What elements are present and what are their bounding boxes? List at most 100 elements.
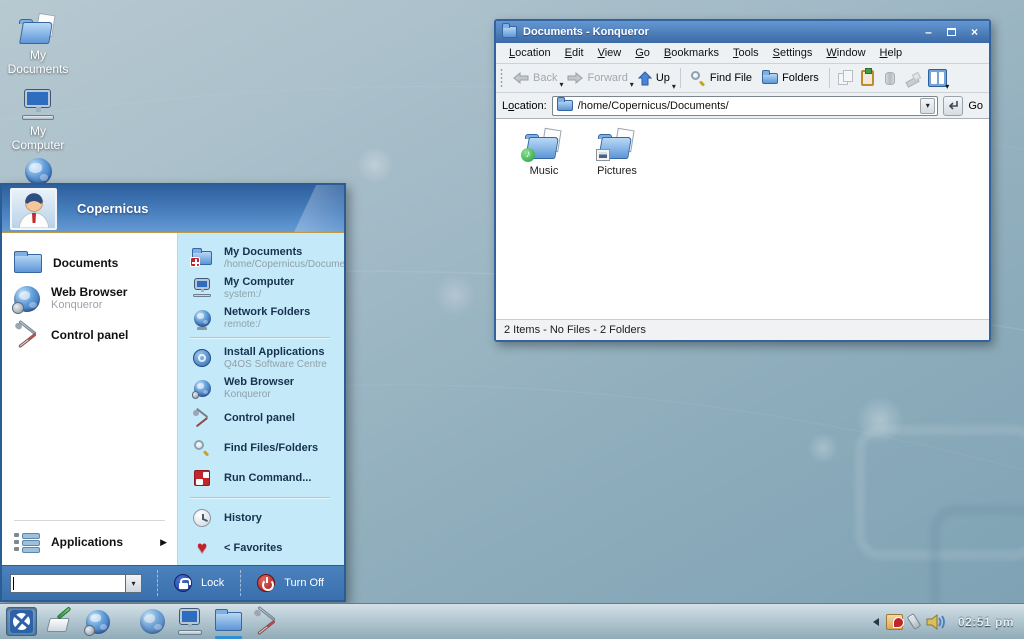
go-label[interactable]: Go: [968, 100, 983, 112]
system-tray: 02:51 pm: [873, 613, 1018, 631]
right-item-my-computer[interactable]: My Computersystem:/: [178, 273, 344, 303]
right-item-web-browser[interactable]: Web BrowserKonqueror: [178, 373, 344, 403]
folder-icon: [215, 612, 242, 631]
user-avatar: [10, 188, 57, 230]
right-item-find-files[interactable]: Find Files/Folders: [178, 433, 344, 463]
desktop-icon-label: My Documents: [2, 48, 74, 76]
taskbar-control-panel-button[interactable]: [251, 607, 281, 637]
search-icon: [691, 71, 706, 86]
brush-icon: [904, 71, 920, 85]
back-button[interactable]: Back▾: [509, 70, 561, 86]
heart-icon: ♥: [197, 540, 207, 556]
menu-tools[interactable]: Tools: [726, 47, 766, 59]
forward-button[interactable]: Forward▾: [563, 70, 631, 86]
go-return-button[interactable]: [943, 96, 963, 116]
taskbar-desktop-access-button[interactable]: [45, 607, 75, 637]
taskbar-web-browser-button[interactable]: [137, 607, 167, 637]
menu-window[interactable]: Window: [819, 47, 872, 59]
location-input[interactable]: /home/Copernicus/Documents/ ▾: [552, 96, 939, 116]
bottom-bar-separator: [157, 570, 158, 596]
applications-item[interactable]: Applications ▶: [2, 525, 177, 559]
desktop-icon-web-browser[interactable]: [2, 158, 74, 185]
desktop-icon-my-documents[interactable]: My Documents: [2, 14, 74, 76]
start-menu-left-column: Documents Web Browser Konqueror Control …: [2, 233, 178, 565]
start-button[interactable]: [6, 607, 37, 636]
location-dropdown-button[interactable]: ▾: [920, 98, 935, 114]
q4os-logo-icon: [10, 610, 33, 633]
toolbar-handle[interactable]: [500, 68, 503, 88]
copy-button[interactable]: [836, 68, 856, 88]
back-arrow-icon: [513, 72, 529, 84]
menu-edit[interactable]: Edit: [558, 47, 591, 59]
file-item-pictures[interactable]: Pictures: [585, 129, 649, 177]
file-item-music[interactable]: ♪ Music: [512, 129, 576, 177]
taskbar-documents-window-button[interactable]: [213, 607, 243, 637]
volume-tray-icon[interactable]: [925, 613, 947, 631]
gear-icon: [192, 391, 200, 399]
paste-button[interactable]: [858, 68, 878, 88]
globe-icon: [194, 380, 211, 397]
rename-button[interactable]: [902, 68, 922, 88]
right-item-my-documents[interactable]: My Documents/home/Copernicus/Documents: [178, 243, 344, 273]
folders-button[interactable]: Folders: [758, 70, 823, 86]
updates-tray-icon[interactable]: [886, 614, 903, 630]
desktop-icon-my-computer[interactable]: My Computer: [2, 90, 74, 152]
folder-icon: [14, 254, 42, 273]
globe-icon: [14, 286, 40, 312]
location-value: /home/Copernicus/Documents/: [578, 100, 916, 112]
globe-icon: [140, 609, 165, 634]
menu-location[interactable]: Location: [502, 47, 558, 59]
lock-button[interactable]: Lock: [168, 574, 230, 592]
up-button[interactable]: Up▾: [634, 69, 674, 88]
close-button[interactable]: ×: [966, 25, 983, 40]
file-name: Pictures: [585, 165, 649, 177]
right-item-run-command[interactable]: Run Command...: [178, 463, 344, 493]
left-item-control-panel[interactable]: Control panel: [2, 317, 177, 353]
computer-icon: [192, 279, 212, 297]
bottom-bar-separator: [240, 570, 241, 596]
menu-settings[interactable]: Settings: [766, 47, 820, 59]
avatar-person-icon: [14, 190, 54, 228]
left-column-separator: [14, 520, 165, 521]
left-item-documents[interactable]: Documents: [2, 245, 177, 281]
photo-icon: [596, 149, 610, 161]
right-item-control-panel[interactable]: Control panel: [178, 403, 344, 433]
folder-icon: [762, 73, 778, 84]
minimize-button[interactable]: –: [920, 25, 937, 40]
icon-view-icon: ▾: [928, 69, 947, 87]
power-icon: [257, 574, 275, 592]
turn-off-button[interactable]: Turn Off: [251, 574, 330, 592]
taskbar-clock[interactable]: 02:51 pm: [954, 615, 1018, 629]
right-item-network-folders[interactable]: Network Foldersremote:/: [178, 303, 344, 333]
right-item-favorites[interactable]: ♥ < Favorites: [178, 533, 344, 563]
tray-collapse-icon[interactable]: [873, 618, 879, 626]
device-tray-icon[interactable]: [907, 613, 922, 630]
taskbar-konqueror-system-button[interactable]: [83, 607, 113, 637]
search-icon: [194, 440, 210, 456]
maximize-button[interactable]: [943, 25, 960, 40]
taskbar-my-computer-button[interactable]: [175, 607, 205, 637]
search-input[interactable]: [10, 574, 126, 593]
left-item-web-browser[interactable]: Web Browser Konqueror: [2, 281, 177, 317]
user-name: Copernicus: [77, 201, 149, 216]
menu-view[interactable]: View: [591, 47, 629, 59]
file-view[interactable]: ♪ Music Pictures: [496, 119, 989, 319]
music-note-icon: ♪: [521, 148, 535, 162]
right-item-install-applications[interactable]: Install ApplicationsQ4OS Software Centre: [178, 343, 344, 373]
network-globe-icon: [194, 310, 211, 327]
view-mode-button[interactable]: ▾: [928, 68, 948, 88]
window-titlebar[interactable]: Documents - Konqueror – ×: [496, 21, 989, 43]
right-column-separator: [190, 497, 330, 499]
menu-bookmarks[interactable]: Bookmarks: [657, 47, 726, 59]
menu-help[interactable]: Help: [873, 47, 910, 59]
start-menu-header: Copernicus: [2, 185, 344, 233]
submenu-arrow-icon: ▶: [160, 537, 167, 548]
trash-button[interactable]: [880, 68, 900, 88]
konqueror-window: Documents - Konqueror – × Location Edit …: [494, 19, 991, 342]
right-item-history[interactable]: History: [178, 503, 344, 533]
menu-go[interactable]: Go: [628, 47, 657, 59]
search-dropdown-button[interactable]: ▾: [126, 574, 142, 593]
find-file-button[interactable]: Find File: [687, 69, 756, 88]
my-documents-folder-icon: [192, 251, 212, 265]
toolbar-separator: [829, 68, 830, 88]
